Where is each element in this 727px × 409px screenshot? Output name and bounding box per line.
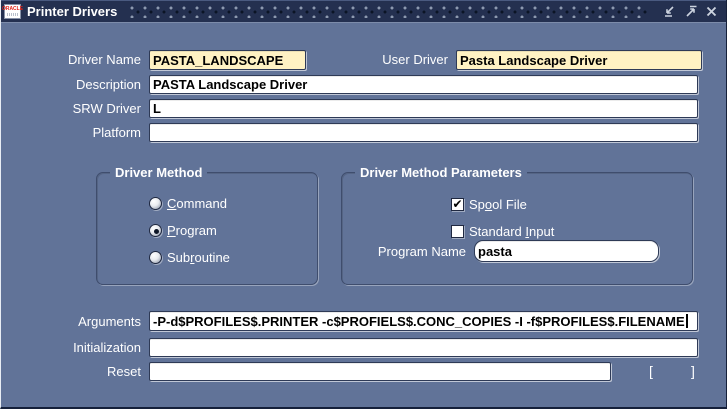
- radio-program-label[interactable]: Program: [167, 223, 217, 238]
- program-name-label: Program Name: [331, 243, 466, 261]
- description-value: PASTA Landscape Driver: [153, 77, 307, 92]
- driver-method-group-title: Driver Method: [110, 164, 207, 181]
- close-icon: [704, 4, 719, 19]
- checkbox-spool-file-label[interactable]: Spool File: [469, 197, 527, 212]
- srw-driver-field[interactable]: L: [149, 99, 698, 118]
- window-title: Printer Drivers: [27, 4, 117, 19]
- description-label: Description: [1, 76, 141, 94]
- arguments-label: Arguments: [1, 313, 141, 331]
- platform-label: Platform: [1, 124, 141, 142]
- close-button[interactable]: [701, 3, 722, 21]
- driver-name-value: PASTA_LANDSCAPE: [153, 53, 283, 68]
- flexfield-close-bracket[interactable]: ]: [691, 362, 695, 381]
- checkbox-standard-input[interactable]: [451, 225, 464, 238]
- description-field[interactable]: PASTA Landscape Driver: [149, 75, 698, 94]
- radio-command[interactable]: [149, 197, 162, 210]
- form-canvas: Driver Name PASTA_LANDSCAPE User Driver …: [1, 22, 726, 407]
- driver-name-field[interactable]: PASTA_LANDSCAPE: [149, 50, 306, 70]
- radio-program[interactable]: [149, 224, 162, 237]
- flexfield-open-bracket[interactable]: [: [649, 362, 653, 381]
- platform-field[interactable]: [149, 123, 698, 142]
- program-name-value: pasta: [478, 244, 512, 259]
- oracle-logo-icon[interactable]: ORACLE: [4, 4, 21, 19]
- initialization-label: Initialization: [1, 339, 141, 357]
- checkbox-standard-input-label[interactable]: Standard Input: [469, 224, 554, 239]
- oracle-logo-text: ORACLE: [2, 7, 23, 12]
- arguments-field[interactable]: -P-d$PROFILES$.PRINTER -c$PROFIELS$.CONC…: [149, 311, 698, 331]
- driver-method-parameters-group-title: Driver Method Parameters: [355, 164, 527, 181]
- titlebar[interactable]: ORACLE Printer Drivers: [1, 0, 726, 22]
- user-driver-label: User Driver: [331, 51, 448, 69]
- user-driver-value: Pasta Landscape Driver: [460, 53, 607, 68]
- radio-subroutine[interactable]: [149, 251, 162, 264]
- maximize-icon: [683, 4, 698, 19]
- checkbox-spool-file[interactable]: [451, 198, 464, 211]
- srw-driver-value: L: [153, 101, 161, 116]
- restore-down-button[interactable]: [659, 3, 680, 21]
- reset-field[interactable]: [149, 362, 611, 381]
- printer-drivers-window: ORACLE Printer Drivers Driver Name PASTA…: [0, 0, 727, 409]
- radio-command-label[interactable]: Command: [167, 196, 227, 211]
- driver-name-label: Driver Name: [1, 51, 141, 69]
- initialization-field[interactable]: [149, 338, 698, 357]
- program-name-field[interactable]: pasta: [474, 240, 659, 262]
- arguments-value: -P-d$PROFILES$.PRINTER -c$PROFIELS$.CONC…: [153, 314, 685, 329]
- reset-label: Reset: [1, 363, 141, 381]
- titlebar-pattern: [129, 5, 649, 18]
- srw-driver-label: SRW Driver: [1, 100, 141, 118]
- radio-subroutine-label[interactable]: Subroutine: [167, 250, 230, 265]
- oracle-logo-subline: [7, 13, 18, 16]
- maximize-button[interactable]: [680, 3, 701, 21]
- user-driver-field[interactable]: Pasta Landscape Driver: [456, 50, 702, 70]
- restore-down-icon: [662, 4, 677, 19]
- text-caret: [686, 314, 688, 328]
